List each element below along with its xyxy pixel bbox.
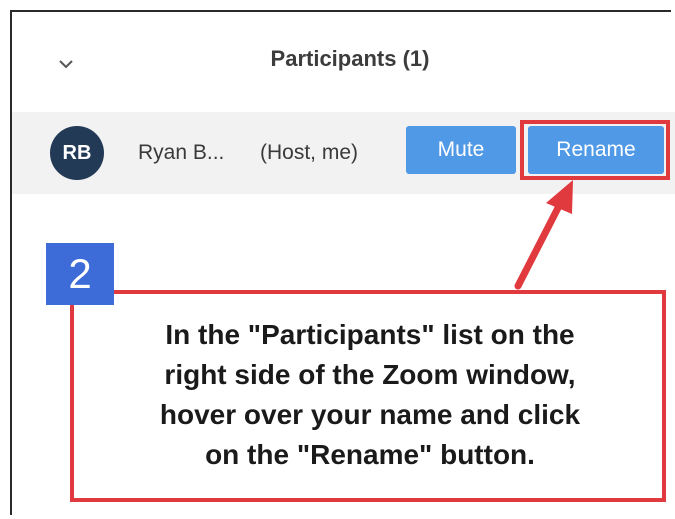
- instruction-line: right side of the Zoom window,: [164, 359, 576, 390]
- step-number-badge: 2: [46, 243, 114, 305]
- instruction-line: In the "Participants" list on the: [165, 319, 575, 350]
- instruction-text: In the "Participants" list on the right …: [96, 315, 644, 475]
- instruction-line: on the "Rename" button.: [205, 439, 535, 470]
- instruction-line: hover over your name and click: [159, 399, 581, 430]
